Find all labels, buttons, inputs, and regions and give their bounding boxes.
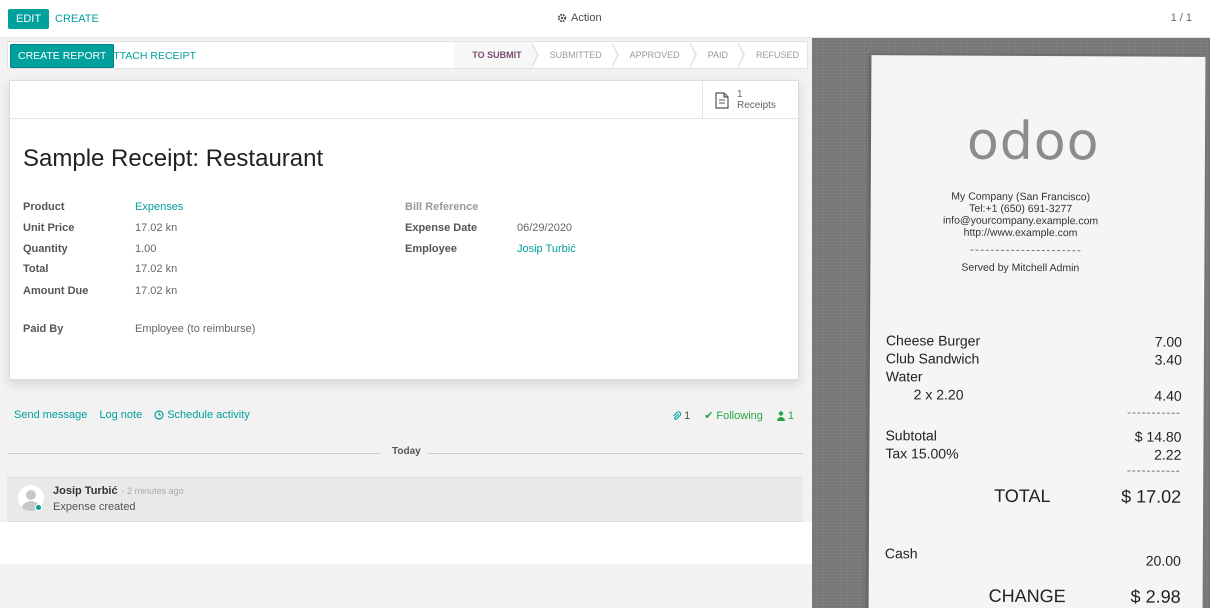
action-label: Action <box>571 12 602 24</box>
receipts-count: 1 <box>737 89 743 100</box>
paid-by-label: Paid By <box>23 323 64 335</box>
stage-pipeline: TO SUBMIT SUBMITTED APPROVED PAID REFUSE… <box>454 42 807 68</box>
receipt-subtotal: $ 14.80 <box>1134 428 1182 445</box>
receipt-item-amount: 4.40 <box>1154 387 1182 404</box>
followers-button[interactable]: 1 <box>776 409 794 422</box>
schedule-activity-button[interactable]: Schedule activity <box>154 409 250 421</box>
pager[interactable]: 1 / 1 <box>1171 12 1192 24</box>
message-author[interactable]: Josip Turbić - 2 minutes ago <box>53 485 184 497</box>
receipt-total-label: TOTAL <box>994 485 1051 507</box>
form-sheet: 1 Receipts Sample Receipt: Restaurant Pr… <box>9 80 799 380</box>
date-separator: Today <box>0 446 812 460</box>
following-label: Following <box>716 409 763 422</box>
quantity-label: Quantity <box>23 243 68 255</box>
attachments-count: 1 <box>684 409 691 422</box>
stage-refused[interactable]: REFUSED <box>738 42 807 68</box>
receipt-item-amount: 3.40 <box>1154 351 1182 368</box>
create-button[interactable]: CREATE <box>55 9 99 29</box>
attach-receipt-button[interactable]: ATTACH RECEIPT <box>107 44 196 68</box>
gear-icon <box>557 13 567 23</box>
stage-paid[interactable]: PAID <box>690 42 745 68</box>
receipts-smart-button[interactable]: 1 Receipts <box>702 81 798 119</box>
receipt-tax: 2.22 <box>1154 446 1182 463</box>
quantity-value: 1.00 <box>135 243 157 255</box>
create-report-button[interactable]: CREATE REPORT <box>10 44 115 68</box>
amount-due-label: Amount Due <box>23 285 89 297</box>
expense-date-value: 06/29/2020 <box>517 222 573 234</box>
stage-submitted[interactable]: SUBMITTED <box>532 42 619 68</box>
paid-by-value: Employee (to reimburse) <box>135 323 256 335</box>
employee-label: Employee <box>405 243 457 255</box>
document-icon <box>715 91 729 109</box>
amount-due-value: 17.02 kn <box>135 285 178 297</box>
action-menu[interactable]: Action <box>557 12 602 24</box>
message-body: Expense created <box>53 501 136 513</box>
receipt-cash-label: Cash <box>884 545 918 562</box>
edit-button[interactable]: EDIT <box>8 9 50 29</box>
receipt-total: $ 17.02 <box>1121 486 1182 507</box>
log-note-button[interactable]: Log note <box>99 409 142 421</box>
check-icon: ✔ <box>704 410 714 422</box>
receipt-change-label: CHANGE <box>988 585 1066 607</box>
product-label: Product <box>23 201 65 213</box>
chatter-message: Josip Turbić - 2 minutes ago Expense crea… <box>7 477 803 522</box>
receipt-item-name: Cheese Burger <box>885 332 981 349</box>
button-box: 1 Receipts <box>10 81 798 119</box>
total-label: Total <box>23 263 49 275</box>
receipt-change: $ 2.98 <box>1130 586 1181 607</box>
receipt-attachment-preview: odoo My Company (San Francisco) Tel:+1 (… <box>812 38 1210 608</box>
stage-approved[interactable]: APPROVED <box>612 42 697 68</box>
paperclip-icon <box>673 410 682 420</box>
product-value[interactable]: Expenses <box>135 201 183 213</box>
receipts-label: Receipts <box>737 100 776 111</box>
stage-to-submit[interactable]: TO SUBMIT <box>454 42 539 68</box>
unit-price-value: 17.02 kn <box>135 222 178 234</box>
receipt-company-block: My Company (San Francisco) Tel:+1 (650) … <box>871 190 1171 240</box>
bill-reference-label: Bill Reference <box>405 201 479 213</box>
receipt-logo: odoo <box>966 111 1100 173</box>
receipt-cash: 20.00 <box>1145 552 1181 569</box>
schedule-activity-label: Schedule activity <box>167 409 250 421</box>
form-view: CREATE REPORT ATTACH RECEIPT TO SUBMIT S… <box>0 38 812 608</box>
receipt-tax-label: Tax 15.00% <box>885 445 959 462</box>
receipt-subtotal-label: Subtotal <box>885 427 937 444</box>
message-time: - 2 minutes ago <box>121 486 184 496</box>
unit-price-label: Unit Price <box>23 222 75 234</box>
form-statusbar: CREATE REPORT ATTACH RECEIPT TO SUBMIT S… <box>7 41 808 69</box>
send-message-button[interactable]: Send message <box>14 409 87 421</box>
receipt-served-by: Served by Mitchell Admin <box>961 261 1080 275</box>
today-label: Today <box>392 446 421 457</box>
online-status-dot <box>35 504 42 511</box>
receipt-item-name: Club Sandwich <box>885 350 980 367</box>
followers-count: 1 <box>787 409 794 422</box>
following-button[interactable]: ✔ Following <box>704 409 763 423</box>
expense-date-label: Expense Date <box>405 222 478 234</box>
receipt-item-name: Water <box>885 368 923 385</box>
receipt-website: http://www.example.com <box>963 226 1078 240</box>
total-value: 17.02 kn <box>135 263 178 275</box>
chatter-topbar: Send message Log note Schedule activity … <box>0 404 812 428</box>
control-panel: EDIT CREATE Action 1 / 1 <box>0 0 1210 38</box>
expense-title: Sample Receipt: Restaurant <box>23 145 324 172</box>
clock-icon <box>154 410 164 420</box>
user-icon <box>776 410 785 421</box>
attachments-button[interactable]: 1 <box>672 410 690 422</box>
receipt-paper: odoo My Company (San Francisco) Tel:+1 (… <box>868 55 1206 608</box>
receipt-item-amount: 7.00 <box>1154 333 1183 350</box>
employee-value[interactable]: Josip Turbić <box>517 243 576 255</box>
receipt-item-name: 2 x 2.20 <box>913 386 964 403</box>
